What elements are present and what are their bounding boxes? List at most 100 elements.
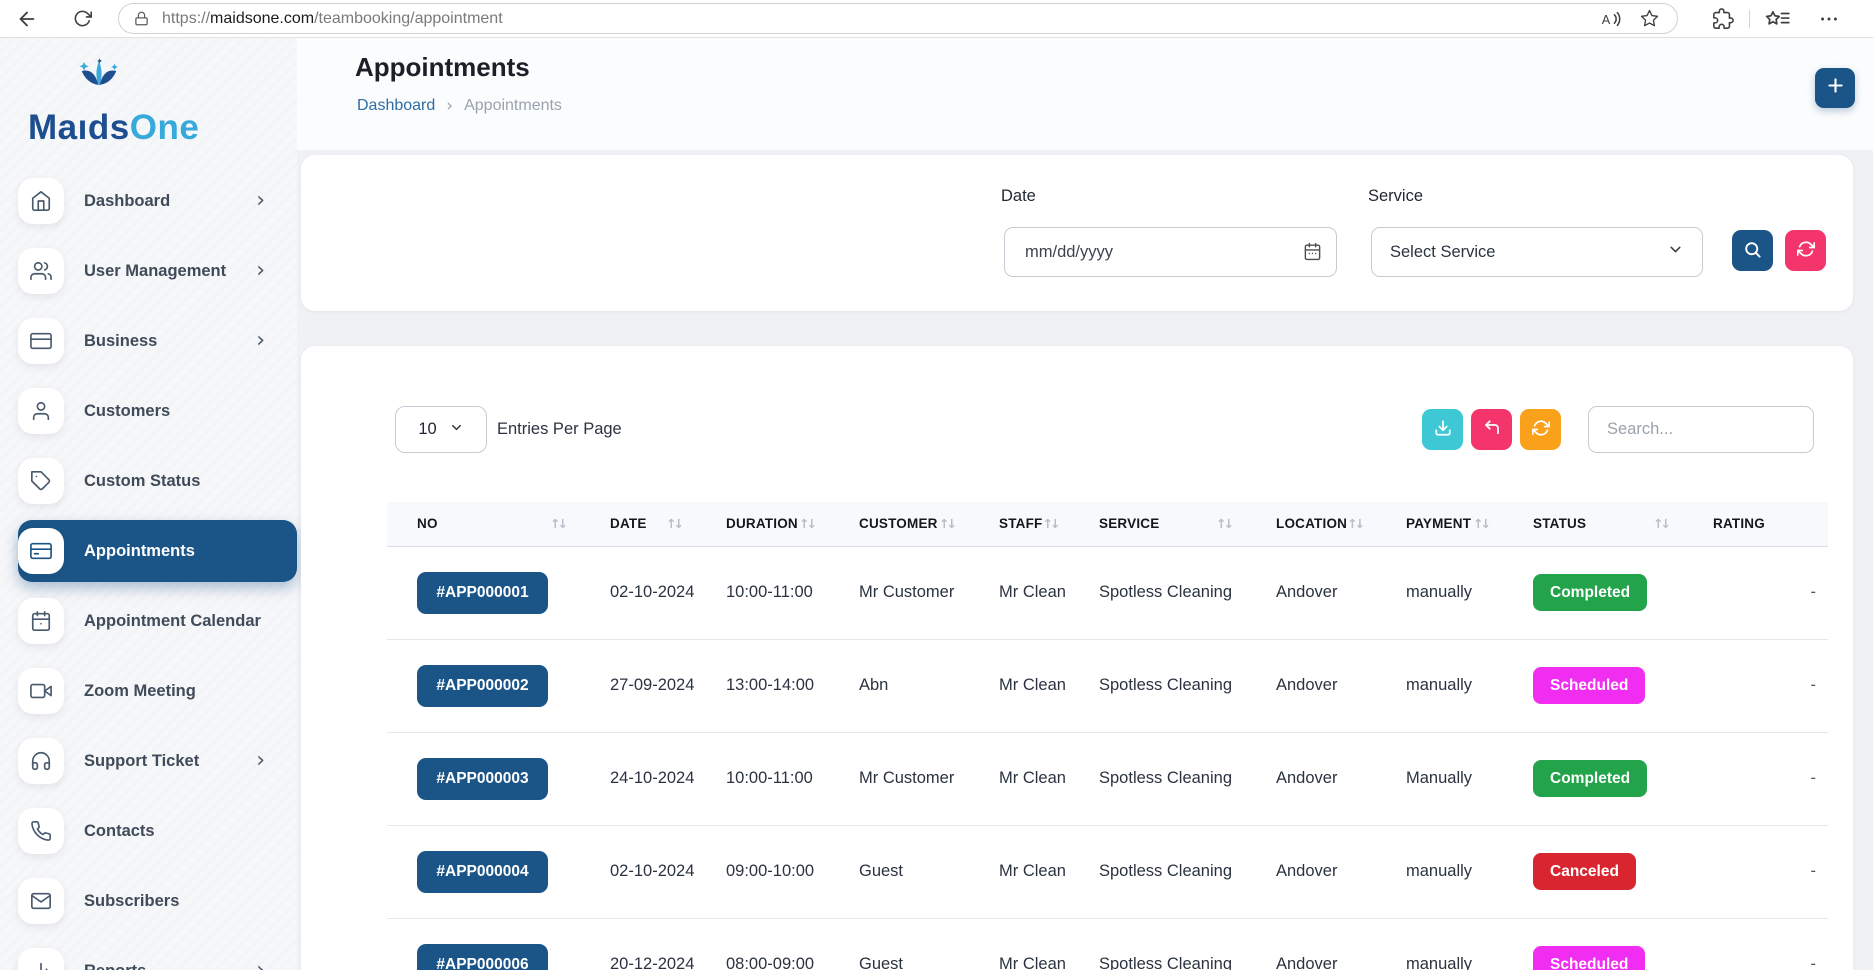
filter-search-button[interactable]: [1732, 230, 1773, 271]
sidebar-item-customers[interactable]: Customers: [18, 380, 287, 442]
cell-date: 27-09-2024: [580, 639, 696, 732]
sidebar-item-label: Reports: [84, 962, 146, 970]
cell-location: Andover: [1246, 825, 1376, 918]
cell-staff: Mr Clean: [969, 918, 1069, 970]
sidebar-item-custom-status[interactable]: Custom Status: [18, 450, 287, 512]
read-aloud-icon[interactable]: A: [1600, 9, 1622, 29]
sidebar-item-business[interactable]: Business›: [18, 310, 287, 372]
cell-status: Scheduled: [1503, 918, 1683, 970]
add-appointment-button[interactable]: [1815, 68, 1855, 108]
date-filter-input[interactable]: [1004, 227, 1337, 277]
browser-chrome: https://maidsone.com/teambooking/appoint…: [0, 0, 1873, 38]
cell-staff: Mr Clean: [969, 639, 1069, 732]
sort-icon[interactable]: ↑↓: [1043, 516, 1061, 531]
sort-icon[interactable]: ↑↓: [1473, 516, 1491, 531]
download-icon: [1434, 419, 1452, 440]
entries-per-page-select[interactable]: 10: [395, 406, 487, 453]
header-band: [297, 38, 1873, 150]
column-header-no[interactable]: NO ↑↓: [387, 502, 580, 546]
sort-icon[interactable]: ↑↓: [666, 516, 684, 531]
cell-payment: manually: [1376, 546, 1503, 639]
breadcrumb-dashboard-link[interactable]: Dashboard: [357, 97, 435, 115]
status-badge: Completed: [1533, 574, 1647, 611]
sidebar-item-appointments[interactable]: Appointments: [18, 520, 297, 582]
card-icon: [18, 528, 64, 574]
phone-icon: [18, 808, 64, 854]
browser-back-icon[interactable]: [14, 6, 40, 32]
appointment-no-badge[interactable]: #APP000006: [417, 944, 548, 970]
sidebar-item-zoom-meeting[interactable]: Zoom Meeting: [18, 660, 287, 722]
appointment-no-badge[interactable]: #APP000003: [417, 758, 548, 800]
table-search-input[interactable]: [1588, 406, 1814, 453]
cell-customer: Abn: [829, 639, 969, 732]
appointment-no-badge[interactable]: #APP000002: [417, 665, 548, 707]
export-button[interactable]: [1422, 409, 1463, 450]
undo-button[interactable]: [1471, 409, 1512, 450]
browser-reload-icon[interactable]: [70, 7, 94, 31]
sidebar-item-appointment-calendar[interactable]: Appointment Calendar: [18, 590, 287, 652]
column-label: SERVICE: [1099, 516, 1159, 531]
sidebar-item-reports[interactable]: Reports›: [18, 940, 287, 970]
sidebar-item-label: Appointment Calendar: [84, 612, 261, 631]
service-filter-select[interactable]: Select Service: [1371, 227, 1703, 277]
column-header-payment[interactable]: PAYMENT↑↓: [1376, 502, 1503, 546]
column-header-service[interactable]: SERVICE ↑↓: [1069, 502, 1246, 546]
chevron-right-icon: ›: [256, 190, 265, 212]
sort-icon[interactable]: ↑↓: [1216, 516, 1234, 531]
cell-status: Canceled: [1503, 825, 1683, 918]
sidebar-item-support-ticket[interactable]: Support Ticket›: [18, 730, 287, 792]
cell-location: Andover: [1246, 732, 1376, 825]
screen: https://maidsone.com/teambooking/appoint…: [0, 0, 1873, 970]
address-bar[interactable]: https://maidsone.com/teambooking/appoint…: [118, 3, 1678, 34]
plus-icon: [1825, 75, 1846, 101]
sidebar-item-label: Business: [84, 332, 157, 351]
favorites-list-icon[interactable]: [1765, 10, 1790, 27]
favorite-star-icon[interactable]: [1640, 9, 1659, 28]
sort-icon[interactable]: ↑↓: [799, 516, 817, 531]
cell-duration: 10:00-11:00: [696, 732, 829, 825]
cell-status: Completed: [1503, 546, 1683, 639]
column-label: LOCATION: [1276, 516, 1347, 531]
extensions-icon[interactable]: [1712, 8, 1734, 30]
sidebar-item-user-management[interactable]: User Management›: [18, 240, 287, 302]
refresh-icon: [1797, 240, 1815, 261]
calendar-icon: [18, 598, 64, 644]
appointment-no-badge[interactable]: #APP000004: [417, 851, 548, 893]
cell-rating: -: [1683, 732, 1828, 825]
sidebar-item-subscribers[interactable]: Subscribers: [18, 870, 287, 932]
sort-icon[interactable]: ↑↓: [1347, 516, 1365, 531]
cell-status: Scheduled: [1503, 639, 1683, 732]
sidebar-item-label: Customers: [84, 402, 170, 421]
cell-customer: Guest: [829, 825, 969, 918]
cell-staff: Mr Clean: [969, 546, 1069, 639]
svg-text:A: A: [1602, 13, 1611, 27]
cell-location: Andover: [1246, 639, 1376, 732]
sort-icon[interactable]: ↑↓: [550, 516, 568, 531]
browser-menu-icon[interactable]: [1818, 8, 1840, 30]
sort-icon[interactable]: ↑↓: [1653, 516, 1671, 531]
sidebar-item-contacts[interactable]: Contacts: [18, 800, 287, 862]
column-label: NO: [417, 516, 438, 531]
cell-service: Spotless Cleaning: [1069, 546, 1246, 639]
reload-table-button[interactable]: [1520, 409, 1561, 450]
sidebar-item-label: Zoom Meeting: [84, 682, 196, 701]
column-header-date[interactable]: DATE↑↓: [580, 502, 696, 546]
column-label: DURATION: [726, 516, 798, 531]
column-header-location[interactable]: LOCATION↑↓: [1246, 502, 1376, 546]
logo-text: MaıdsOne: [28, 108, 199, 148]
appointments-table: NO↑↓DATE↑↓DURATION↑↓CUSTOMER↑↓STAFF↑↓SER…: [387, 502, 1828, 970]
column-header-duration[interactable]: DURATION↑↓: [696, 502, 829, 546]
cell-customer: Mr Customer: [829, 546, 969, 639]
sort-icon[interactable]: ↑↓: [939, 516, 957, 531]
column-header-staff[interactable]: STAFF↑↓: [969, 502, 1069, 546]
column-header-status[interactable]: STATUS↑↓: [1503, 502, 1683, 546]
date-filter-wrap: [1004, 227, 1337, 277]
sidebar-item-dashboard[interactable]: Dashboard›: [18, 170, 287, 232]
filter-reset-button[interactable]: [1785, 230, 1826, 271]
sidebar-item-label: Subscribers: [84, 892, 179, 911]
maidsone-logo[interactable]: MaıdsOne: [28, 62, 258, 152]
appointment-no-badge[interactable]: #APP000001: [417, 572, 548, 614]
table-row: #APP00000227-09-202413:00-14:00AbnMr Cle…: [387, 639, 1828, 732]
column-header-customer[interactable]: CUSTOMER↑↓: [829, 502, 969, 546]
column-label: RATING: [1713, 516, 1765, 531]
